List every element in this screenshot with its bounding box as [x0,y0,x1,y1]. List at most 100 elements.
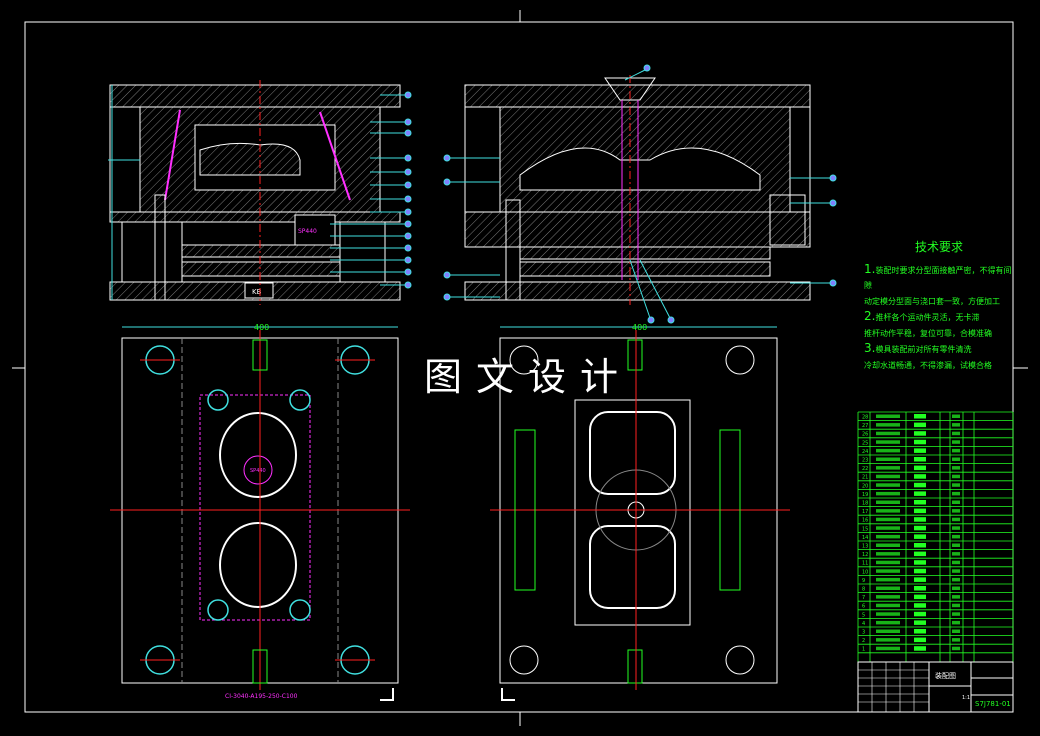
bom-part-code [876,569,900,573]
bom-part-name [914,611,926,617]
bom-material [952,543,960,547]
bom-material [952,414,960,418]
title-block: 装配图 1:1 S7J781-01 [857,661,1014,713]
bom-material [952,457,960,461]
bom-part-name [914,439,926,445]
bom-material [952,483,960,487]
bom-part-code [876,526,900,530]
bom-part-name [914,646,926,651]
bom-part-name [914,586,926,591]
bom-part-code [876,509,900,513]
bom-part-code [876,612,900,616]
tech-title: 技术要求 [914,240,963,254]
bom-part-code [876,448,900,453]
bom-part-code [876,638,900,642]
bom-part-name [914,414,926,419]
bom-material [952,586,960,590]
bom-material [952,517,960,522]
bom-material [952,431,960,436]
bom-row-number: 10 [862,569,868,575]
bom-part-name [914,482,926,488]
bom-part-code [876,474,900,479]
bom-row-number: 28 [862,415,868,421]
bom-row-number: 3 [862,630,865,636]
bom-part-name [914,508,926,514]
bom-row-number: 26 [862,432,868,438]
bom-part-code [876,603,900,608]
bom-row-number: 6 [862,604,865,610]
bom-part-code [876,414,900,418]
bom-row-number: 21 [862,475,868,481]
bom-part-name [914,500,926,505]
bom-material [952,612,960,616]
bom-row-number: 15 [862,526,868,532]
bom-part-name [914,534,926,539]
bom-part-name [914,431,926,436]
width-dimension: 400 [254,323,269,332]
bom-part-code [876,483,900,487]
bom-material [952,569,960,573]
bom-part-code [876,431,900,436]
bom-part-name [914,629,926,634]
bom-part-name [914,543,926,548]
bom-row-number: 20 [862,483,868,489]
bom-part-code [876,552,900,556]
tech-item-3-cont: 冷却水道畅通，不得渗漏，试模合格 [864,360,992,370]
bom-material [952,638,960,642]
bom-part-name [914,577,926,582]
bom-row-number: 5 [862,612,865,618]
bom-row-number: 17 [862,509,868,515]
drawing-number: S7J781-01 [975,700,1011,708]
bom-row-number: 12 [862,552,868,558]
bom-part-code [876,543,900,547]
bom-part-name [914,525,926,531]
bom-row-number: 8 [862,587,865,593]
bom-row-number: 25 [862,440,868,446]
bom-material [952,423,960,427]
bom-row-number: 2 [862,638,865,644]
bom-part-name [914,560,926,565]
bom-material [952,526,960,530]
bom-material [952,603,960,608]
bom-material [952,646,960,651]
bom-part-name [914,594,926,600]
drawing-name: 装配图 [935,671,956,680]
bom-part-code [876,595,900,599]
bom-part-name [914,491,926,496]
bom-material [952,629,960,633]
section-view-right [464,75,811,305]
bom-row-number: 24 [862,449,868,455]
bom-part-code [876,629,900,633]
bom-part-code [876,491,900,496]
plan-view-left: 400 SP440 CI-3040-A195-250-C100 [110,323,410,701]
bom-part-name [914,637,926,643]
width-dimension-2: 400 [632,323,647,332]
bom-part-code [876,500,900,504]
bom-row-number: 23 [862,458,868,464]
bom-part-name [914,620,926,625]
bom-part-code [876,534,900,539]
bom-row-number: 11 [862,561,868,567]
bom-part-code [876,560,900,565]
plate-label-2: SP440 [250,468,266,474]
bom-part-name [914,457,926,462]
tech-item-1-cont: 动定模分型面与浇口套一致，方便加工 [864,296,1000,306]
bom-material [952,552,960,556]
section-view-left: KB SP440 [108,80,401,305]
scale: 1:1 [962,695,970,701]
bom-part-name [914,422,926,428]
bom-part-code [876,646,900,651]
bom-part-code [876,586,900,590]
bom-material [952,509,960,513]
bom-material [952,500,960,504]
bom-material [952,474,960,479]
tech-item-2: 2.推杆各个运动件灵活，无卡滞 [864,309,980,323]
bom-material [952,560,960,565]
bom-row-number: 18 [862,501,868,507]
bom-row-number: 16 [862,518,868,524]
bom-part-name [914,603,926,608]
plate-label: SP440 [298,228,317,235]
bom-material [952,577,960,582]
tech-item-2-cont: 推杆动作平稳，复位可靠，合模准确 [864,328,992,338]
mold-base-code: CI-3040-A195-250-C100 [225,693,298,700]
